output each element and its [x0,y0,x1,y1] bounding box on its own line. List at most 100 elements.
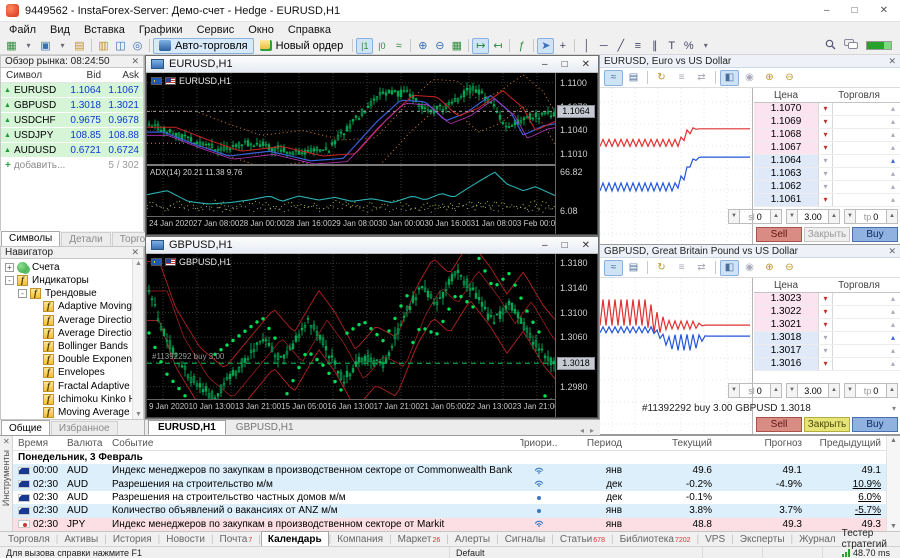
stepper-up-icon[interactable]: ▲ [828,383,840,398]
zoom-out-icon[interactable]: ⊖ [780,260,799,276]
market-watch-row[interactable]: ▲AUDUSD0.67210.6724 [1,143,143,158]
calendar-column-0[interactable]: Время [13,438,62,449]
tree-item[interactable]: fFractal Adaptive Mo [1,379,143,392]
orders-icon[interactable]: ◉ [740,260,759,276]
ladder-ask-row[interactable]: 1.1069▾▴ [754,116,900,129]
sell-stop-icon[interactable]: ▾ [818,168,833,180]
adx-indicator-chart[interactable]: ADX(14) 20.21 11.38 9.76 [147,166,556,216]
chart-window-titlebar[interactable]: EURUSD,H1 – □ ✕ [146,56,598,73]
toolbox-tab-8[interactable]: Алерты [449,532,496,546]
expander-icon[interactable]: + [5,263,14,272]
close-button[interactable]: Закрыть [804,417,850,432]
dropdown-caret-icon[interactable]: ▾ [54,38,71,54]
vline-icon[interactable]: │ [578,38,595,54]
volume-stepper[interactable]: ▼3.00▲ [786,383,840,398]
refresh-icon[interactable]: ↻ [652,260,671,276]
chart-close-icon[interactable]: ✕ [582,240,590,251]
toolbox-close-icon[interactable]: ✕ [3,437,10,446]
stepper-up-icon[interactable]: ▲ [886,383,898,398]
toolbox-tab-6[interactable]: Компания [331,532,389,546]
calendar-column-7[interactable]: Предыдущий [807,438,886,449]
buy-limit-icon[interactable]: ▴ [886,345,900,357]
menu-file[interactable]: Файл [2,24,43,36]
auto-scroll-icon[interactable]: ↤ [489,38,506,54]
zoom-out-icon[interactable]: ⊖ [431,38,448,54]
tree-item[interactable]: +Счета [1,261,143,274]
price-scale[interactable]: 1.11001.10701.10401.10101.106466.826.08 [555,73,597,234]
autotrade-button[interactable]: Авто-торговля [153,38,254,54]
cursor-icon[interactable]: ➤ [537,38,554,54]
chat-icon[interactable] [844,39,858,53]
panel-close-icon[interactable]: ✕ [888,56,896,67]
tree-item[interactable]: fAdaptive Moving Av [1,300,143,313]
expander-icon[interactable]: - [18,289,27,298]
toolbox-tab-1[interactable]: Активы [58,532,104,546]
sell-stop-icon[interactable]: ▾ [818,155,833,167]
ladder-bid-row[interactable]: 1.1063▾▴ [754,168,900,181]
text-icon[interactable]: T [663,38,680,54]
market-watch-add-row[interactable]: + добавить... 5 / 302 [1,158,143,172]
ladder-ask-row[interactable]: 1.3021▾▴ [754,319,900,332]
market-watch-row[interactable]: ▲USDCHF0.96750.9678 [1,113,143,128]
tick-chart-icon[interactable]: ≈ [604,70,623,86]
sell-limit-icon[interactable]: ▾ [818,129,833,141]
zoom-in-icon[interactable]: ⊕ [760,70,779,86]
menu-view[interactable]: Вид [43,24,77,36]
toolbox-tab-9[interactable]: Сигналы [499,532,552,546]
close-button[interactable]: Закрыть [804,227,850,242]
transfer-icon[interactable]: ⇄ [692,70,711,86]
stepper-down-icon[interactable]: ▼ [844,383,856,398]
price-scale[interactable]: 1.31801.31401.31001.30601.29801.3018 [555,254,597,417]
chart-maximize-icon[interactable]: □ [562,59,568,70]
sell-limit-icon[interactable]: ▾ [818,319,833,331]
toolbox-tab-12[interactable]: VPS [699,532,731,546]
toolbox-tab-0[interactable]: Торговля [2,532,56,546]
status-connection[interactable]: 48.70 ms [823,547,900,558]
buy-stop-icon[interactable]: ▴ [886,306,900,318]
sell-stop-icon[interactable]: ▾ [818,345,833,357]
buy-limit-icon[interactable]: ▴ [886,332,900,344]
calendar-event-row[interactable]: 02:30JPYИндекс менеджеров по закупкам в … [13,518,886,531]
menu-insert[interactable]: Вставка [77,24,132,36]
ladder-ask-row[interactable]: 1.1070▾▴ [754,103,900,116]
indicators-icon[interactable]: ƒ [513,38,530,54]
stepper-down-icon[interactable]: ▼ [786,209,798,224]
zoom-in-icon[interactable]: ⊕ [760,260,779,276]
calendar-event-row[interactable]: 02:30AUDРазрешения на строительство част… [13,491,886,504]
toolbox-tab-4[interactable]: Почта7 [214,532,259,546]
channel-icon[interactable]: ∥ [646,38,663,54]
new-chart-icon[interactable]: ▦ [3,38,20,54]
bars-icon[interactable]: |1 [356,38,373,54]
sell-limit-icon[interactable]: ▾ [818,293,833,305]
toolbox-strip[interactable]: ✕ Инструменты [0,436,13,531]
column-symbol[interactable]: Символ [1,70,63,81]
menu-help[interactable]: Справка [281,24,338,36]
volume-stepper[interactable]: ▼3.00▲ [786,209,840,224]
eurusd-candle-chart[interactable] [147,73,556,164]
buy-button[interactable]: Buy [852,417,898,432]
calendar-event-row[interactable]: 02:30AUDРазрешения на строительство м/мд… [13,477,886,490]
buy-button[interactable]: Buy [852,227,898,242]
hline-icon[interactable]: ─ [595,38,612,54]
market-watch-row[interactable]: ▲GBPUSD1.30181.3021 [1,98,143,113]
market-watch-close-icon[interactable]: ✕ [131,56,139,67]
sell-limit-icon[interactable]: ▾ [818,306,833,318]
stepper-down-icon[interactable]: ▼ [728,209,740,224]
sell-limit-icon[interactable]: ▾ [818,103,833,115]
chart-close-icon[interactable]: ✕ [582,59,590,70]
tree-item[interactable]: fMoving Average [1,406,143,419]
buy-stop-icon[interactable]: ▴ [886,103,900,115]
status-profile[interactable]: Default [450,547,703,558]
toolbox-tab-14[interactable]: Журнал [793,532,842,546]
crosshair-icon[interactable]: + [554,38,571,54]
chart-tab-eurusdh1[interactable]: EURUSD,H1 [148,420,226,435]
candles-icon[interactable]: |0 [373,38,390,54]
zoom-in-icon[interactable]: ⊕ [414,38,431,54]
ladder-ask-row[interactable]: 1.3023▾▴ [754,293,900,306]
close-icon[interactable]: ✕ [880,5,888,16]
chart-tab-gbpusdh1[interactable]: GBPUSD,H1 [226,420,304,435]
tree-item[interactable]: fDouble Exponential [1,353,143,366]
maximize-icon[interactable]: □ [852,5,858,16]
tree-item[interactable]: fAverage Directional [1,327,143,340]
stop-loss-stepper[interactable]: ▼sl0▲ [728,209,782,224]
